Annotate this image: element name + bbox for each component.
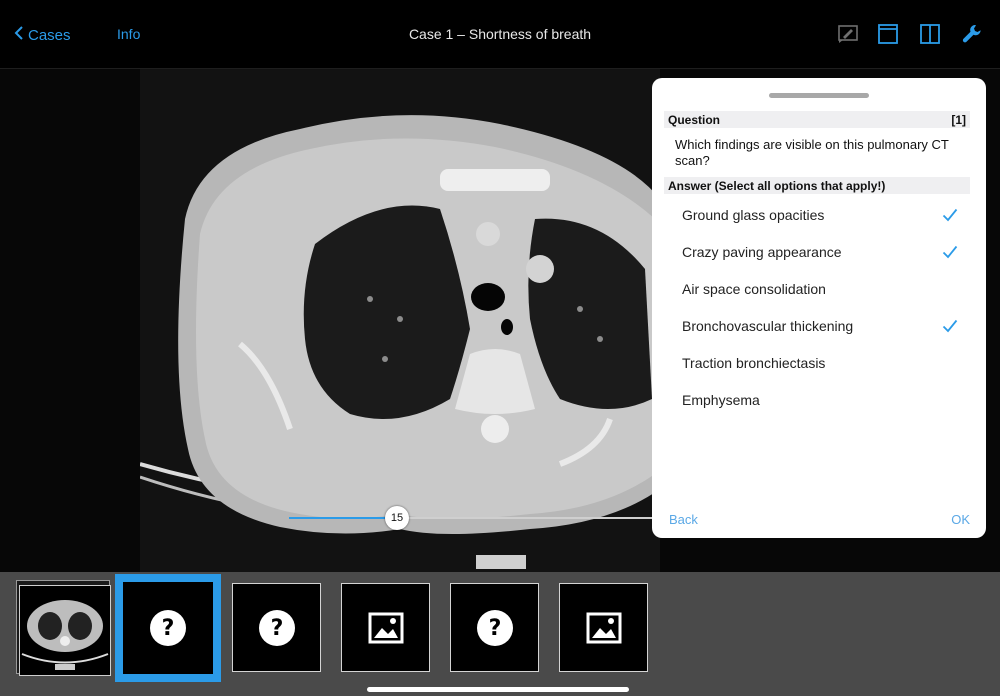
answer-option[interactable]: Crazy paving appearance	[664, 233, 970, 270]
page-title: Case 1 – Shortness of breath	[408, 26, 592, 42]
filmstrip-item-question-3[interactable]: ?	[450, 583, 539, 672]
filmstrip-item-question-1[interactable]: ?	[115, 574, 221, 682]
panel-drag-handle[interactable]	[769, 93, 869, 98]
wrench-icon[interactable]	[960, 22, 984, 46]
filmstrip-item-question-2[interactable]: ?	[232, 583, 321, 672]
question-header-label: Question	[668, 112, 721, 127]
answer-option-label: Crazy paving appearance	[682, 243, 842, 260]
slice-slider-fill	[289, 517, 397, 519]
answer-option-label: Ground glass opacities	[682, 206, 825, 223]
question-icon: ?	[476, 609, 513, 646]
answer-option-label: Air space consolidation	[682, 280, 826, 297]
filmstrip: ? ? ?	[0, 572, 1000, 696]
checkmark-icon	[942, 319, 958, 333]
question-header: Question [1]	[664, 111, 970, 128]
answer-option-label: Traction bronchiectasis	[682, 354, 826, 371]
slice-slider-track[interactable]	[397, 517, 655, 519]
cases-back-button[interactable]: Cases	[14, 24, 71, 46]
answer-option-label: Bronchovascular thickening	[682, 317, 854, 334]
cases-back-label: Cases	[28, 26, 71, 44]
checkmark-icon	[942, 245, 958, 259]
answer-header: Answer (Select all options that apply!)	[664, 177, 970, 194]
annotate-icon[interactable]	[836, 22, 860, 46]
question-index: [1]	[951, 112, 966, 127]
top-bar: Cases Info Case 1 – Shortness of breath	[0, 0, 1000, 69]
home-indicator[interactable]	[367, 687, 629, 692]
answer-option-label: Emphysema	[682, 391, 760, 408]
image-icon	[586, 612, 621, 643]
filmstrip-item-image-2[interactable]	[559, 583, 648, 672]
checkmark-icon	[942, 208, 958, 222]
answer-option[interactable]: Traction bronchiectasis	[664, 344, 970, 381]
answer-option[interactable]: Emphysema	[664, 381, 970, 418]
answer-option[interactable]: Ground glass opacities	[664, 196, 970, 233]
panel-back-button[interactable]: Back	[669, 512, 698, 527]
single-view-icon[interactable]	[876, 22, 900, 46]
ct-scan-image	[140, 69, 660, 572]
ct-series-thumbnail[interactable]	[13, 580, 111, 676]
answer-option[interactable]: Air space consolidation	[664, 270, 970, 307]
split-view-icon[interactable]	[918, 22, 942, 46]
image-icon	[368, 612, 403, 643]
question-icon: ?	[150, 610, 186, 646]
filmstrip-item-image-1[interactable]	[341, 583, 430, 672]
info-button[interactable]: Info	[117, 26, 140, 42]
question-panel: Question [1] Which findings are visible …	[652, 78, 986, 538]
svg-text:?: ?	[488, 616, 501, 641]
chevron-left-icon	[14, 26, 24, 44]
slice-slider-thumb[interactable]: 15	[385, 506, 409, 530]
answer-options-list: Ground glass opacities Crazy paving appe…	[664, 196, 970, 418]
answer-option[interactable]: Bronchovascular thickening	[664, 307, 970, 344]
question-text: Which findings are visible on this pulmo…	[675, 137, 949, 168]
svg-text:?: ?	[270, 616, 283, 641]
panel-ok-button[interactable]: OK	[951, 512, 970, 527]
svg-text:?: ?	[162, 616, 175, 641]
question-icon: ?	[258, 609, 295, 646]
